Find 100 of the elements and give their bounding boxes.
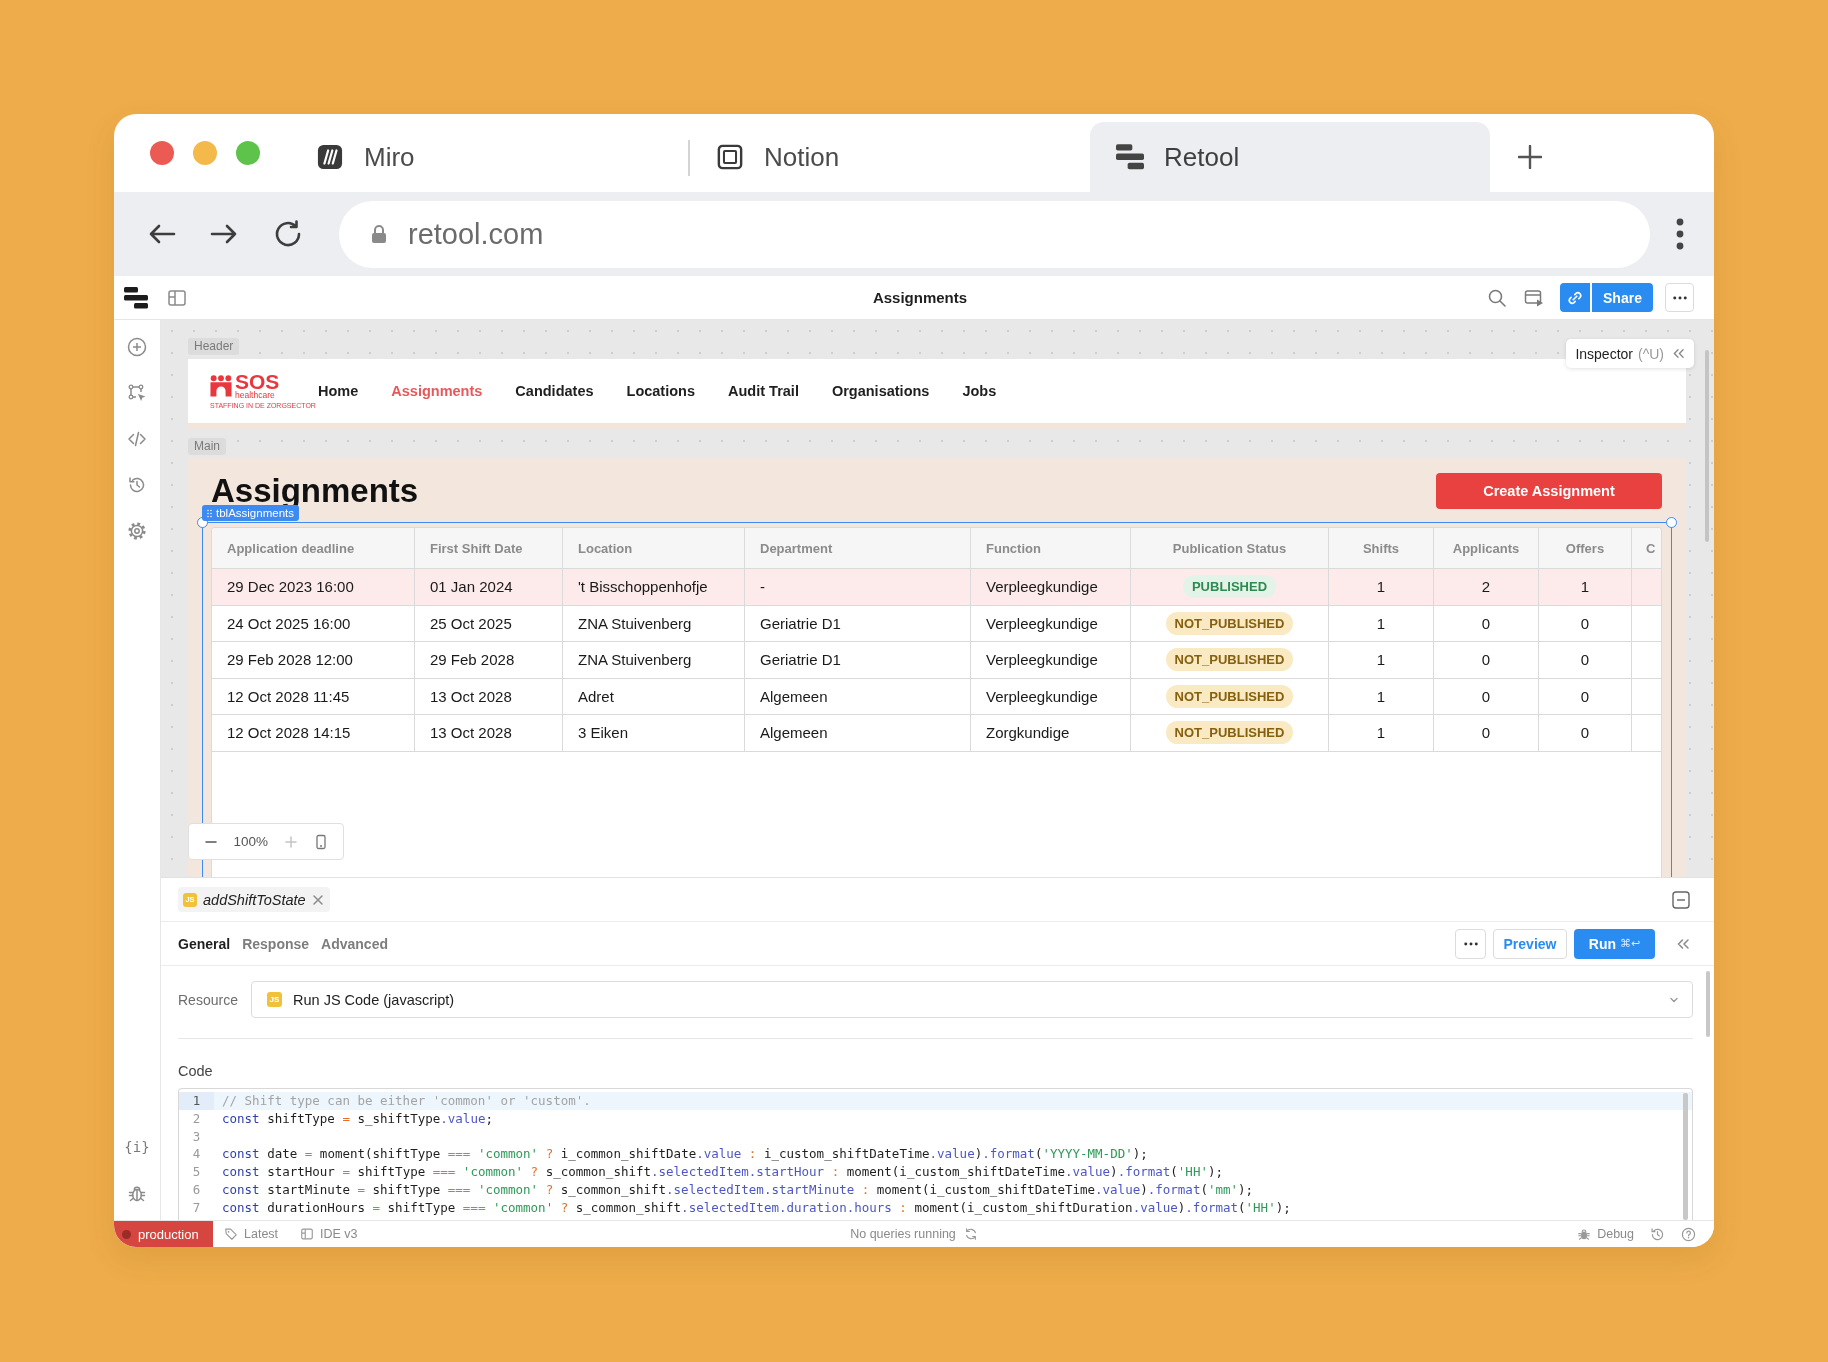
column-header[interactable]: Applicants: [1434, 528, 1539, 568]
tag-icon: [224, 1227, 238, 1241]
table-row[interactable]: 29 Feb 2028 12:00 29 Feb 2028 ZNA Stuivenberg Geriatrie D1 Verpleegkundige NOT_PUBLISHED 1 0 0: [212, 642, 1661, 679]
window-play-icon[interactable]: [1524, 287, 1544, 308]
table-cell: Verpleegkundige: [971, 605, 1131, 641]
run-button[interactable]: Run ⌘↩: [1574, 928, 1655, 959]
more-button[interactable]: [1665, 283, 1694, 312]
table-cell: 0: [1539, 605, 1632, 641]
table-cell: 't Bisschoppenhofje: [563, 569, 745, 605]
nav-link[interactable]: Home: [318, 383, 359, 399]
inspector-button[interactable]: Inspector (^U): [1566, 339, 1694, 368]
column-header[interactable]: Offers: [1539, 528, 1632, 568]
column-header[interactable]: First Shift Date: [415, 528, 563, 568]
settings-icon[interactable]: [127, 521, 147, 541]
help-icon[interactable]: [1681, 1226, 1696, 1242]
sync-icon[interactable]: [963, 1227, 978, 1241]
panel-tab[interactable]: Response: [242, 935, 310, 952]
nav-link[interactable]: Audit Trail: [728, 383, 799, 399]
table-cell: ZNA Stuivenberg: [563, 605, 745, 641]
nav-link[interactable]: Candidates: [515, 383, 594, 399]
browser-tab[interactable]: Notion: [690, 122, 1090, 192]
component-tag[interactable]: tblAssignments: [202, 505, 299, 521]
create-assignment-button[interactable]: Create Assignment: [1436, 472, 1662, 509]
panel-tab[interactable]: Advanced: [321, 935, 388, 952]
table-row[interactable]: 12 Oct 2028 14:15 13 Oct 2028 3 Eiken Algemeen Zorgkundige NOT_PUBLISHED 1 0 0: [212, 715, 1661, 752]
lock-icon: [371, 224, 387, 244]
browser-tab[interactable]: Retool: [1090, 122, 1490, 192]
nav-link[interactable]: Assignments: [391, 383, 483, 399]
sidebar-layout-icon[interactable]: [167, 287, 187, 308]
query-status: No queries running: [850, 1227, 956, 1241]
table-cell: 1: [1329, 678, 1434, 714]
column-header[interactable]: Shifts: [1329, 528, 1434, 568]
scrollbar[interactable]: [1706, 971, 1710, 1037]
code-label: Code: [178, 1062, 213, 1080]
more-button[interactable]: [1455, 928, 1486, 959]
mobile-device-icon[interactable]: [313, 833, 329, 850]
code-line: const shiftType = s_shiftType.value;: [221, 1109, 493, 1128]
table-cell: 24 Oct 2025 16:00: [212, 605, 415, 641]
close-icon[interactable]: [311, 893, 324, 906]
minimize-window-icon[interactable]: [193, 141, 217, 165]
code-icon[interactable]: [127, 429, 147, 449]
table-cell: 3 Eiken: [563, 715, 745, 751]
layout-icon: [300, 1227, 315, 1241]
column-header[interactable]: Function: [971, 528, 1131, 568]
ide-version-button[interactable]: IDE v3: [300, 1227, 358, 1241]
table-cell: 01 Jan 2024: [415, 569, 563, 605]
table-cell: Verpleegkundige: [971, 642, 1131, 678]
table-cell: 13 Oct 2028: [415, 715, 563, 751]
plus-icon[interactable]: [1518, 145, 1542, 169]
history-icon[interactable]: [1650, 1226, 1665, 1242]
environment-button[interactable]: production: [114, 1221, 213, 1247]
table-cell: 12 Oct 2028 11:45: [212, 678, 415, 714]
table-cell: 0: [1539, 678, 1632, 714]
table-cell: Verpleegkundige: [971, 569, 1131, 605]
scrollbar[interactable]: [1705, 350, 1709, 542]
table-row[interactable]: 24 Oct 2025 16:00 25 Oct 2025 ZNA Stuivenberg Geriatrie D1 Verpleegkundige NOT_PUBLISHED 1 0 0: [212, 605, 1661, 642]
status-badge: NOT_PUBLISHED: [1165, 611, 1294, 635]
history-icon[interactable]: [127, 475, 147, 495]
debug-button[interactable]: Debug: [1577, 1227, 1634, 1241]
link-button[interactable]: [1560, 283, 1590, 312]
column-header[interactable]: Publication Status: [1131, 528, 1329, 568]
resource-select[interactable]: JS Run JS Code (javascript): [251, 981, 1693, 1018]
chevrons-left-icon[interactable]: [1676, 937, 1690, 950]
nav-link[interactable]: Jobs: [962, 383, 997, 399]
column-header[interactable]: Application deadline: [212, 528, 415, 568]
table-cell: 1: [1539, 569, 1632, 605]
stacked-bars-icon[interactable]: [124, 286, 148, 309]
table-cell: Algemeen: [745, 678, 971, 714]
close-window-icon[interactable]: [150, 141, 174, 165]
preview-button[interactable]: Preview: [1493, 928, 1567, 959]
vertical-dots-icon[interactable]: [1676, 218, 1684, 250]
browser-tab[interactable]: Miro: [290, 122, 690, 192]
nav-link[interactable]: Organisations: [831, 383, 930, 399]
table-row[interactable]: 12 Oct 2028 11:45 13 Oct 2028 Adret Algemeen Verpleegkundige NOT_PUBLISHED 1 0 0: [212, 678, 1661, 715]
search-icon[interactable]: [1487, 287, 1507, 308]
table-cell: 0: [1434, 642, 1539, 678]
table-cell: 1: [1329, 569, 1434, 605]
line-number: 6: [191, 1181, 202, 1199]
release-button[interactable]: Latest: [224, 1227, 279, 1241]
column-header[interactable]: Department: [745, 528, 971, 568]
column-header[interactable]: C: [1632, 528, 1661, 568]
panel-tab[interactable]: General: [178, 935, 231, 952]
braces-icon[interactable]: {i}: [124, 1137, 150, 1157]
resize-handle[interactable]: [1666, 517, 1677, 528]
address-field[interactable]: retool.com: [339, 200, 1650, 268]
nav-link[interactable]: Locations: [626, 383, 695, 399]
column-header[interactable]: Location: [563, 528, 745, 568]
code-editor[interactable]: [178, 1088, 1693, 1220]
table-row[interactable]: 29 Dec 2023 16:00 01 Jan 2024 't Bisschoppenhofje - Verpleegkundige PUBLISHED 1 2 1: [212, 569, 1661, 606]
share-button[interactable]: Share: [1592, 283, 1653, 312]
selection-icon[interactable]: [127, 383, 147, 403]
table-cell: 0: [1434, 715, 1539, 751]
minus-square-icon[interactable]: [1672, 890, 1690, 909]
reload-icon[interactable]: [273, 219, 303, 249]
zoom-window-icon[interactable]: [236, 141, 260, 165]
plus-circle-icon[interactable]: [127, 337, 147, 357]
scrollbar[interactable]: [1683, 1093, 1688, 1220]
table-cell: 25 Oct 2025: [415, 605, 563, 641]
code-line: const date = moment(shiftType === 'common' ? i_common_shiftDate.value : i_custom_shiftDateTime.value).format('YYYY-MM-DD');: [221, 1145, 1148, 1164]
code-line: const durationHours = shiftType === 'common' ? s_common_shift.selectedItem.duration.hours : moment(i_custom_shiftDuration.value).format('HH');: [221, 1198, 1291, 1217]
